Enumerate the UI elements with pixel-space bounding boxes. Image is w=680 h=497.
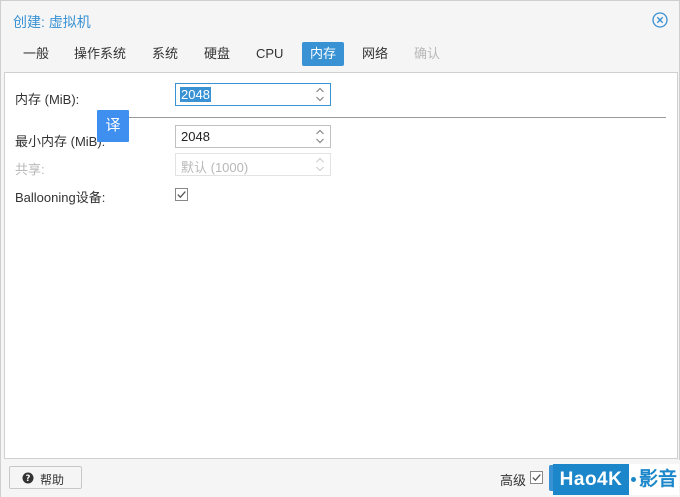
ballooning-label: Ballooning设备: [15, 190, 106, 205]
tab-network[interactable]: 网络 [354, 42, 396, 66]
watermark-logo: Hao4K 影音 [553, 464, 679, 495]
shares-input: 默认 (1000) [175, 153, 331, 176]
advanced-checkbox[interactable] [530, 471, 543, 484]
tab-system[interactable]: 系统 [144, 42, 186, 66]
tab-confirm: 确认 [414, 46, 441, 61]
translate-badge[interactable]: 译 [97, 110, 129, 142]
divider-line [97, 117, 666, 118]
tab-memory[interactable]: 内存 [302, 42, 345, 66]
dialog-title: 创建: 虚拟机 [13, 14, 91, 30]
watermark-right-text: 影音 [639, 469, 678, 490]
shares-placeholder: 默认 (1000) [181, 160, 249, 175]
spinner-arrows-icon [316, 157, 324, 172]
tab-general[interactable]: 一般 [15, 42, 57, 66]
min-memory-value: 2048 [181, 129, 210, 144]
svg-text:?: ? [26, 474, 31, 484]
min-memory-input[interactable]: 2048 [175, 125, 331, 148]
watermark-dot [631, 477, 636, 482]
create-vm-dialog: 创建: 虚拟机 一般 操作系统 系统 硬盘 CPU 内存 网络 确认 内存 (M… [0, 0, 680, 497]
help-icon: ? [22, 472, 34, 484]
wizard-tab-bar: 一般 操作系统 系统 硬盘 CPU 内存 网络 确认 [1, 39, 680, 71]
help-button-label: 帮助 [40, 473, 65, 487]
memory-input[interactable]: 2048 [175, 83, 331, 106]
shares-label: 共享: [15, 162, 45, 177]
tab-disk[interactable]: 硬盘 [196, 42, 238, 66]
tab-cpu[interactable]: CPU [248, 42, 291, 66]
memory-value: 2048 [180, 87, 211, 102]
spinner-arrows-icon[interactable] [314, 127, 326, 146]
watermark-left-text: Hao4K [553, 464, 629, 495]
advanced-label: 高级 [500, 473, 527, 488]
dialog-titlebar: 创建: 虚拟机 [1, 1, 680, 39]
spinner-arrows-icon[interactable] [314, 85, 326, 104]
tab-os[interactable]: 操作系统 [66, 42, 134, 66]
memory-label: 内存 (MiB): [15, 92, 80, 107]
ballooning-checkbox[interactable] [175, 188, 188, 201]
close-icon[interactable] [652, 12, 668, 28]
min-memory-label: 最小内存 (MiB): [15, 134, 106, 149]
help-button[interactable]: ? 帮助 [9, 466, 82, 489]
